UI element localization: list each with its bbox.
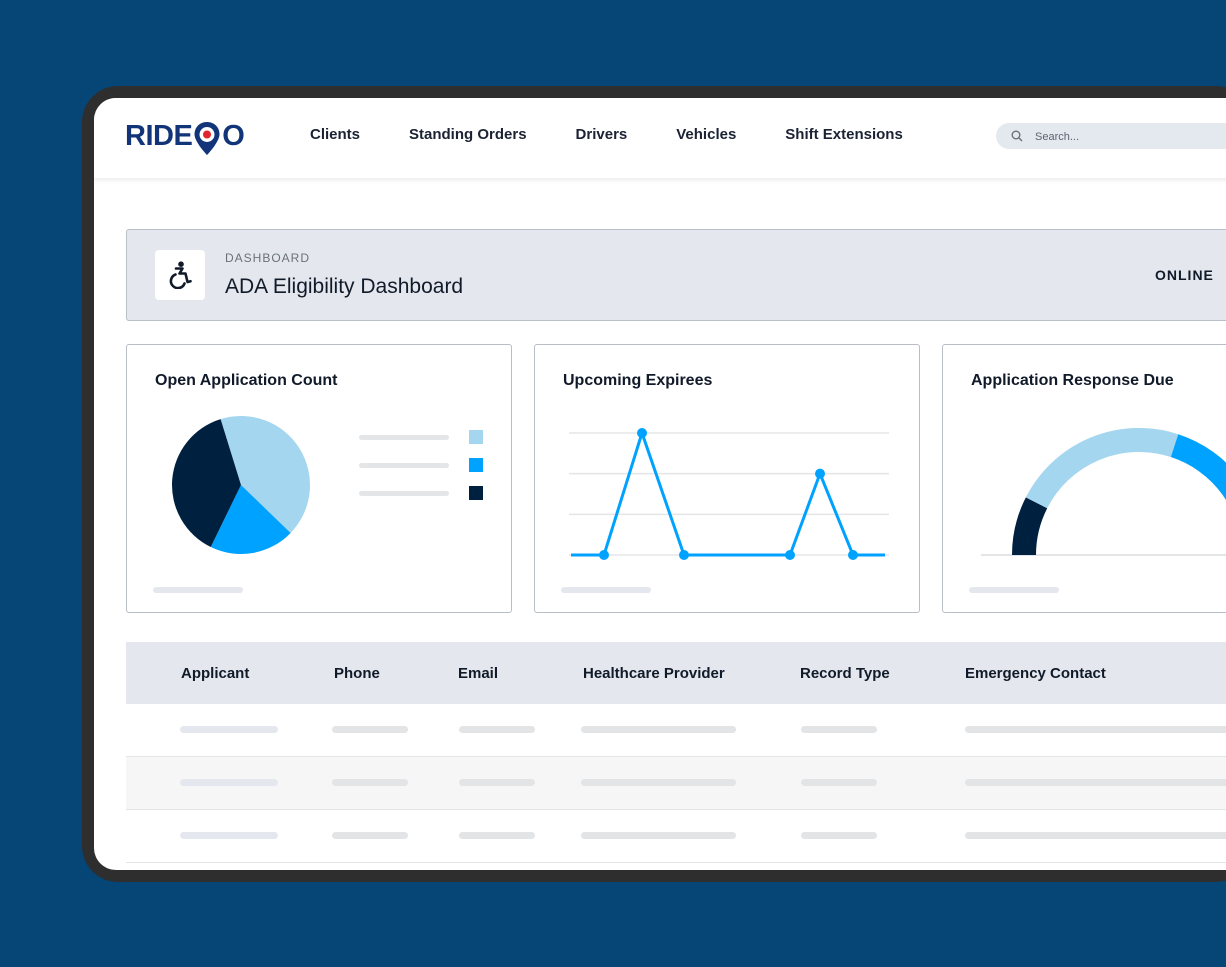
- gauge-segment-2[interactable]: [1170, 434, 1226, 555]
- breadcrumb: DASHBOARD: [225, 251, 311, 265]
- card-footer-placeholder: [561, 587, 651, 593]
- line-point-4[interactable]: [785, 550, 795, 560]
- card-open-application-count[interactable]: Open Application Count: [126, 344, 512, 613]
- legend-swatch: [469, 430, 483, 444]
- top-navigation-bar: RIDE O Clients Standing Orders Drivers V…: [94, 98, 1226, 178]
- line-series: [571, 428, 885, 557]
- status-badge: ONLINE: [1155, 267, 1214, 283]
- gauge-segment-1[interactable]: [1025, 428, 1179, 509]
- line-point-2[interactable]: [637, 428, 647, 438]
- cell-placeholder: [332, 726, 408, 733]
- pie-legend: [359, 430, 483, 500]
- cell-placeholder: [332, 779, 408, 786]
- legend-label-placeholder: [359, 463, 449, 468]
- cell-placeholder: [801, 779, 877, 786]
- cell-placeholder: [459, 779, 535, 786]
- wheelchair-accessibility-icon: [169, 261, 192, 289]
- nav-link-shift-extensions[interactable]: Shift Extensions: [785, 126, 903, 143]
- logo-text-right: O: [222, 120, 245, 152]
- line-point-6[interactable]: [848, 550, 858, 560]
- card-footer-placeholder: [153, 587, 243, 593]
- gauge-chart: [981, 428, 1226, 556]
- cell-placeholder: [332, 832, 408, 839]
- line-chart: [569, 428, 889, 560]
- legend-label-placeholder: [359, 435, 449, 440]
- main-nav: Clients Standing Orders Drivers Vehicles…: [310, 126, 952, 143]
- column-header-email[interactable]: Email: [458, 665, 498, 682]
- app-screen: RIDE O Clients Standing Orders Drivers V…: [94, 98, 1226, 870]
- pie-chart: [172, 416, 483, 554]
- nav-link-standing-orders[interactable]: Standing Orders: [409, 126, 527, 143]
- gauge-segment-0[interactable]: [1012, 497, 1048, 556]
- card-footer-placeholder: [969, 587, 1059, 593]
- table-row[interactable]: [126, 757, 1226, 810]
- nav-link-drivers[interactable]: Drivers: [576, 126, 628, 143]
- table-row[interactable]: [126, 704, 1226, 757]
- search-icon: [1011, 130, 1023, 142]
- logo-text-left: RIDE: [125, 120, 193, 152]
- cell-placeholder: [581, 779, 736, 786]
- card-application-response-due[interactable]: Application Response Due: [942, 344, 1226, 613]
- cell-placeholder: [801, 832, 877, 839]
- table-header: Applicant Phone Email Healthcare Provide…: [126, 642, 1226, 704]
- cell-placeholder: [180, 832, 278, 839]
- cell-placeholder: [965, 832, 1226, 839]
- column-header-healthcare-provider[interactable]: Healthcare Provider: [583, 665, 725, 682]
- legend-swatch: [469, 458, 483, 472]
- column-header-emergency-contact[interactable]: Emergency Contact: [965, 665, 1106, 682]
- line-point-1[interactable]: [599, 550, 609, 560]
- column-header-applicant[interactable]: Applicant: [181, 665, 249, 682]
- cell-placeholder: [801, 726, 877, 733]
- location-pin-icon: [193, 120, 221, 156]
- column-header-record-type[interactable]: Record Type: [800, 665, 890, 682]
- rideco-logo[interactable]: RIDE O: [125, 120, 245, 160]
- line-point-3[interactable]: [679, 550, 689, 560]
- column-header-phone[interactable]: Phone: [334, 665, 380, 682]
- dashboard-header: DASHBOARD ADA Eligibility Dashboard ONLI…: [126, 229, 1226, 321]
- search-input[interactable]: [1033, 127, 1226, 147]
- cell-placeholder: [581, 832, 736, 839]
- legend-swatch: [469, 486, 483, 500]
- nav-link-vehicles[interactable]: Vehicles: [676, 126, 736, 143]
- cell-placeholder: [459, 726, 535, 733]
- cell-placeholder: [180, 726, 278, 733]
- search-box: [996, 123, 1226, 149]
- cell-placeholder: [581, 726, 736, 733]
- nav-link-clients[interactable]: Clients: [310, 126, 360, 143]
- legend-label-placeholder: [359, 491, 449, 496]
- cell-placeholder: [459, 832, 535, 839]
- card-upcoming-expirees[interactable]: Upcoming Expirees: [534, 344, 920, 613]
- line-point-5[interactable]: [815, 468, 825, 479]
- cell-placeholder: [965, 779, 1226, 786]
- cell-placeholder: [180, 779, 278, 786]
- accessibility-icon-box: [155, 250, 205, 300]
- table-row[interactable]: [126, 810, 1226, 863]
- page-title: ADA Eligibility Dashboard: [225, 275, 464, 298]
- cell-placeholder: [965, 726, 1226, 733]
